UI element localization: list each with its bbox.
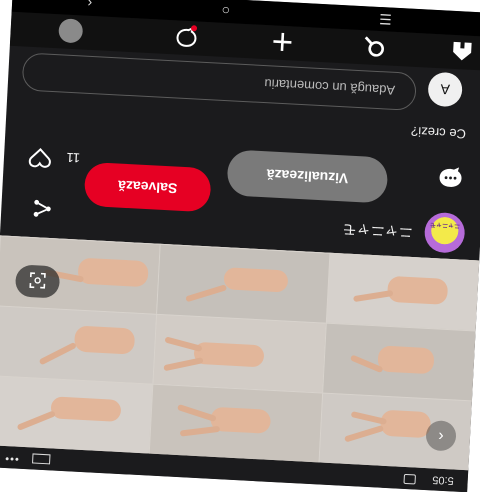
view-button[interactable]: Vizualizează — [226, 149, 389, 204]
plus-icon[interactable] — [270, 29, 295, 54]
avatar-text: ニャニャモ — [429, 220, 461, 229]
hand-photo — [152, 313, 326, 393]
home-circle-icon[interactable]: ○ — [221, 3, 230, 19]
comment-bubble-icon[interactable] — [437, 164, 464, 189]
hand-photo — [156, 243, 330, 323]
creator-name[interactable]: ニャニャモ — [342, 219, 413, 243]
hand-photo — [148, 383, 323, 463]
heart-icon[interactable] — [27, 147, 52, 170]
comments-heading: Ce crezi? — [410, 123, 467, 142]
home-icon[interactable] — [450, 39, 475, 64]
battery-icon — [32, 453, 51, 465]
pin-image[interactable] — [0, 235, 480, 471]
chat-icon[interactable] — [174, 24, 199, 49]
hand-photo — [0, 375, 153, 454]
search-icon[interactable] — [362, 34, 387, 59]
creator-avatar[interactable]: ニャニャモ — [423, 211, 466, 254]
hand-photo — [0, 305, 157, 384]
profile-avatar[interactable] — [58, 18, 84, 44]
like-count: 11 — [66, 149, 81, 166]
save-button[interactable]: Salvează — [83, 161, 212, 213]
user-avatar: A — [427, 71, 464, 108]
phone-screen: 5:05 ••• ‹ ニャニャモ ニャニャモ Vizualizează Salv… — [0, 0, 480, 492]
notification-icon — [403, 473, 416, 485]
share-icon[interactable] — [31, 197, 54, 220]
recents-icon[interactable]: ☰ — [379, 10, 392, 28]
hand-photo — [325, 252, 480, 331]
lens-icon[interactable] — [14, 264, 61, 299]
back-icon[interactable]: ‹ — [87, 0, 93, 12]
hand-photo — [322, 322, 476, 401]
status-dots-icon: ••• — [3, 451, 20, 465]
